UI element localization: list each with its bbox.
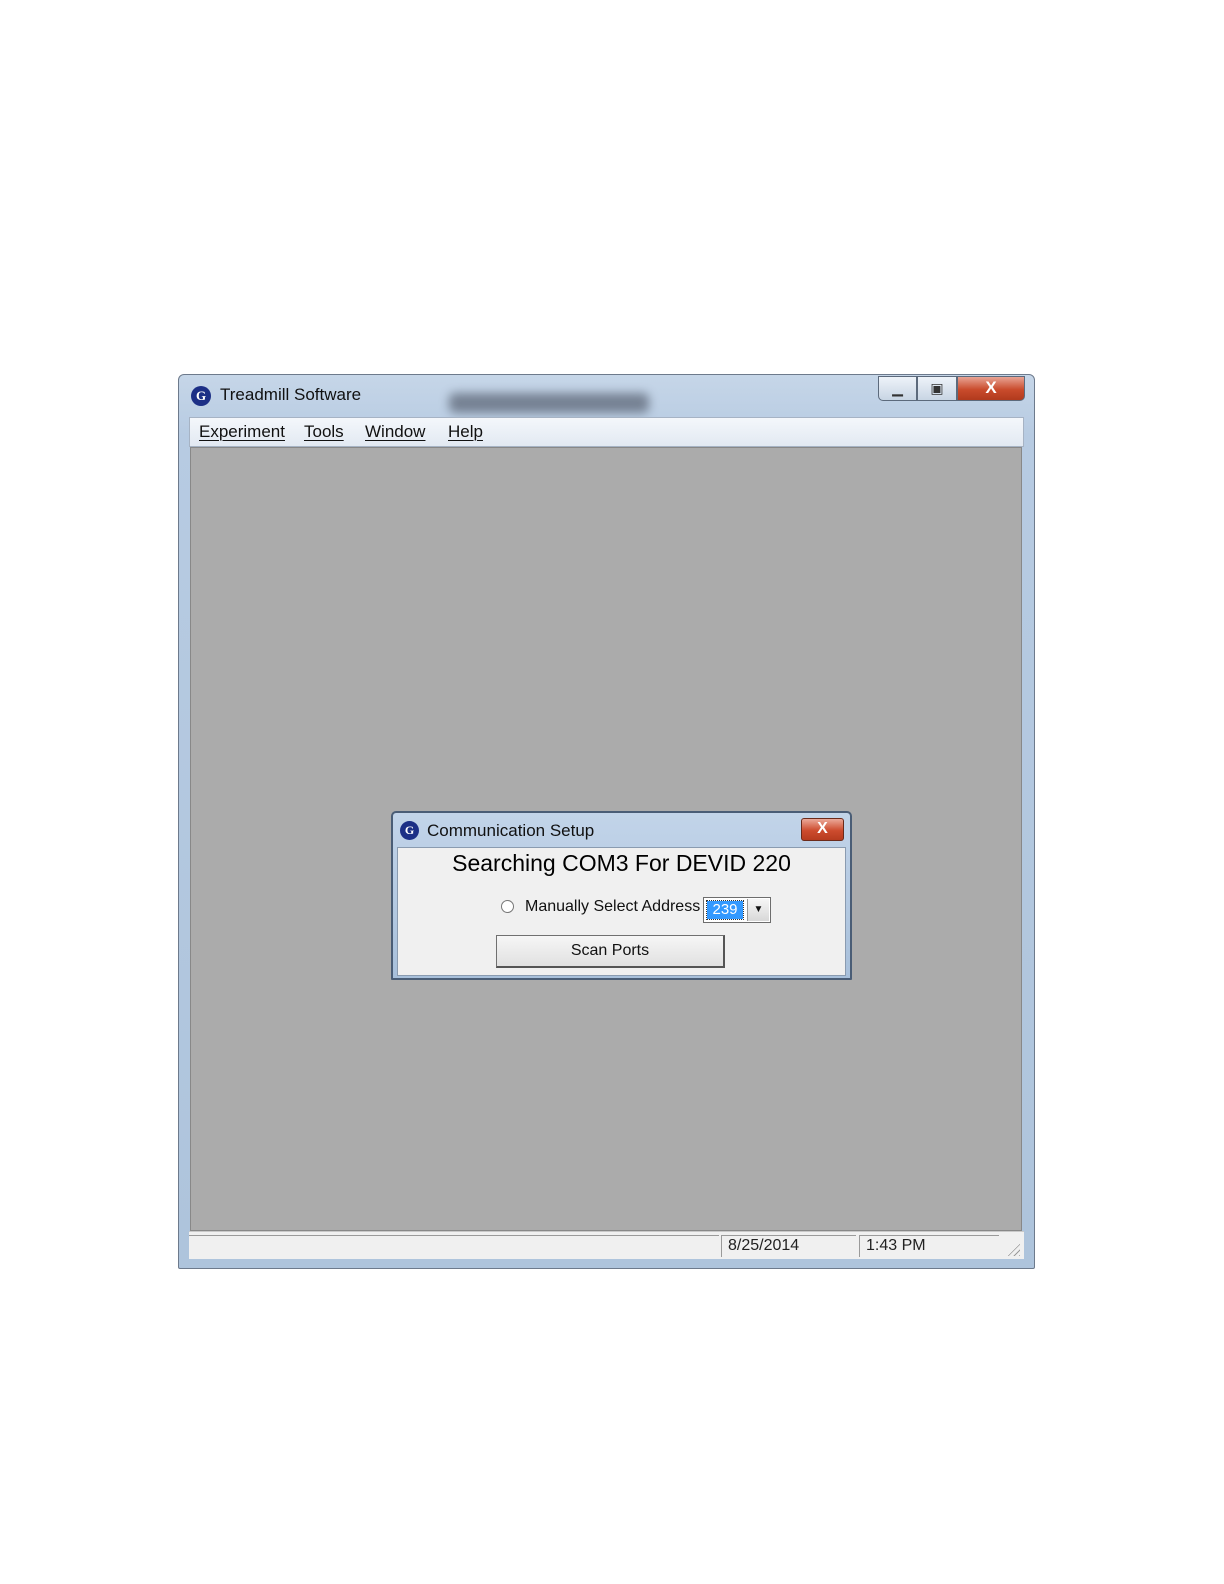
status-date: 8/25/2014 (721, 1235, 856, 1257)
status-time: 1:43 PM (859, 1235, 999, 1257)
address-value: 239 (706, 900, 744, 920)
search-status-message: Searching COM3 For DEVID 220 (452, 850, 791, 876)
resize-grip-icon[interactable] (1006, 1242, 1020, 1256)
dialog-body: Searching COM3 For DEVID 220 Manually Se… (397, 847, 846, 976)
app-icon[interactable]: G (191, 386, 211, 406)
menu-experiment[interactable]: Experiment (199, 422, 285, 442)
scan-ports-button[interactable]: Scan Ports (496, 935, 725, 968)
menu-tools[interactable]: Tools (304, 422, 344, 442)
address-dropdown[interactable]: 239 ▼ (703, 897, 771, 923)
dialog-app-icon: G (400, 821, 419, 840)
status-panel-main (189, 1235, 719, 1257)
menu-help[interactable]: Help (448, 422, 483, 442)
manual-address-radio[interactable] (501, 900, 514, 913)
menu-window[interactable]: Window (365, 422, 425, 442)
manual-address-label[interactable]: Manually Select Address (525, 898, 700, 916)
maximize-button[interactable]: ▣ (917, 376, 957, 401)
close-button[interactable]: X (957, 376, 1025, 401)
close-icon: X (985, 378, 997, 397)
window-title: Treadmill Software (220, 385, 362, 404)
dialog-close-button[interactable]: X (801, 818, 844, 841)
chevron-down-icon[interactable]: ▼ (747, 899, 769, 921)
title-bar[interactable]: G Treadmill Software ▁ ▣ X (179, 375, 1034, 417)
minimize-icon: ▁ (892, 380, 903, 396)
dialog-title: Communication Setup (427, 821, 595, 840)
status-bar: 8/25/2014 1:43 PM (189, 1231, 1024, 1259)
communication-setup-dialog: G Communication Setup X Searching COM3 F… (391, 811, 852, 980)
blurred-redaction (449, 393, 649, 413)
minimize-button[interactable]: ▁ (878, 376, 917, 401)
maximize-icon: ▣ (930, 380, 944, 396)
menu-bar: Experiment Tools Window Help (189, 417, 1024, 447)
close-icon: X (817, 820, 828, 837)
